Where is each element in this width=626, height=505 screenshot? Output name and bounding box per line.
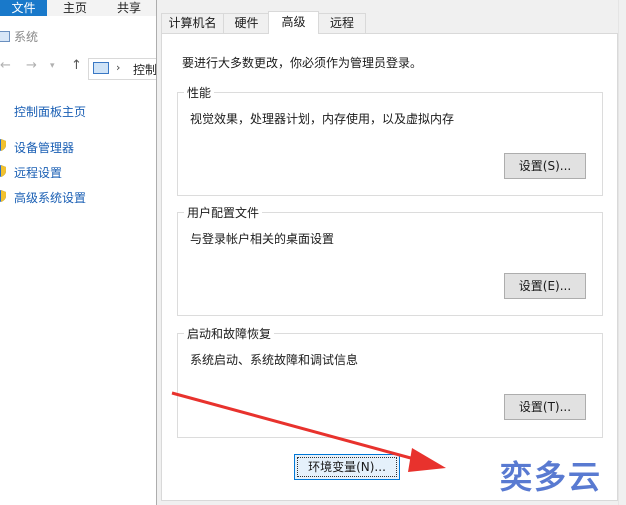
annotation-arrow-icon — [171, 391, 446, 472]
watermark: 奕多云 — [500, 458, 603, 496]
tab-advanced[interactable]: 高级 — [268, 11, 319, 34]
